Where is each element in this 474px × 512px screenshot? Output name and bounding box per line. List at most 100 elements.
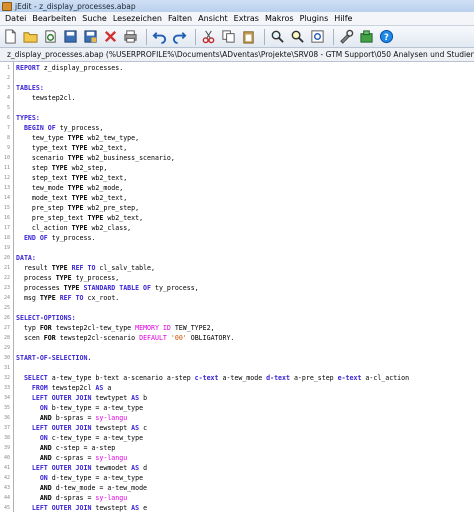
code-token: mode_text — [16, 194, 72, 202]
code-token: AND — [39, 454, 52, 462]
text-area[interactable]: 1 2 3 4 5 6 7 8 9 10 11 12 13 14 15 16 17 18 19 20 21 22 23 24 2… — [0, 62, 474, 512]
save-as-icon[interactable] — [82, 29, 98, 45]
code-line: cl_action TYPE wb2_class, — [16, 223, 131, 233]
code-token: AS — [131, 464, 140, 472]
code-token: DEFAULT — [139, 334, 167, 342]
redo-icon[interactable] — [171, 29, 187, 45]
print-icon[interactable] — [122, 29, 138, 45]
help-icon[interactable]: ? — [378, 29, 394, 45]
code-token: TYPE — [63, 284, 80, 292]
code-line: TYPES: — [16, 113, 40, 123]
code-token: tewstep2cl-tew_type — [51, 324, 136, 332]
code-token: tewstep2cl. — [16, 94, 76, 102]
code-token: tewstept — [91, 424, 132, 432]
code-token: LEFT OUTER JOIN — [31, 394, 92, 402]
open-file-icon[interactable] — [22, 29, 38, 45]
reload-icon[interactable] — [42, 29, 58, 45]
code-token: processes — [16, 284, 64, 292]
code-line: pre_step_text TYPE wb2_text, — [16, 213, 143, 223]
code-token: d-text — [266, 374, 290, 382]
code-token: REF TO — [71, 264, 96, 272]
code-token: c-step = a-step — [51, 444, 116, 452]
code-token: e-text — [337, 374, 362, 382]
line-number: 5 — [6, 105, 10, 111]
line-number: 23 — [3, 285, 10, 291]
line-number: 43 — [3, 485, 10, 491]
code-line: LEFT OUTER JOIN tewstept AS e — [16, 503, 147, 512]
code-line: msg TYPE REF TO cx_root. — [16, 293, 119, 303]
line-number: 27 — [3, 325, 10, 331]
menu-bearbeiten[interactable]: Bearbeiten — [29, 14, 79, 23]
close-icon[interactable] — [102, 29, 118, 45]
code-token: pre_step_text — [16, 214, 88, 222]
code-token: TABLES: — [16, 84, 44, 92]
code-token: a-tew_mode — [218, 374, 267, 382]
code-token: scenario — [16, 154, 68, 162]
code-token: wb2_text, — [87, 144, 128, 152]
save-icon[interactable] — [62, 29, 78, 45]
toolbar-divider — [195, 28, 196, 45]
code-token: tewstep2cl-scenario — [55, 334, 140, 342]
new-file-icon[interactable] — [2, 29, 18, 45]
menu-makros[interactable]: Makros — [262, 14, 297, 23]
code-line: scen FOR tewstep2cl-scenario DEFAULT '00… — [16, 333, 234, 343]
code-token: DATA: — [16, 254, 36, 262]
cut-icon[interactable] — [200, 29, 216, 45]
code-token: OBLIGATORY. — [186, 334, 235, 342]
code-token: e — [139, 504, 148, 512]
line-number: 18 — [3, 235, 10, 241]
code-token: ty_process, — [55, 124, 104, 132]
code-line: type_text TYPE wb2_text, — [16, 143, 127, 153]
undo-icon[interactable] — [151, 29, 167, 45]
menu-lesezeichen[interactable]: Lesezeichen — [110, 14, 165, 23]
buffer-switcher[interactable]: z_display_processes.abap (%USERPROFILE%\… — [0, 48, 474, 62]
code-token: LEFT OUTER JOIN — [31, 424, 92, 432]
code-token: result — [16, 264, 52, 272]
code-token: wb2_text, — [87, 194, 128, 202]
code-token: wb2_pre_step, — [83, 204, 140, 212]
code-token: LEFT OUTER JOIN — [31, 464, 92, 472]
menu-datei[interactable]: Datei — [2, 14, 29, 23]
line-number: 22 — [3, 275, 10, 281]
code-line: tewstep2cl. — [16, 93, 76, 103]
plugin-manager-icon[interactable] — [358, 29, 374, 45]
menu-suche[interactable]: Suche — [79, 14, 110, 23]
code-token: d-tew_mode = a-tew_mode — [51, 484, 148, 492]
code-token: AS — [131, 504, 140, 512]
code-view[interactable]: REPORT z_display_processes. TABLES: tewst… — [16, 62, 474, 512]
code-token: BEGIN OF — [23, 124, 56, 132]
hypersearch-icon[interactable] — [309, 29, 325, 45]
code-token: TYPE — [67, 204, 84, 212]
line-number: 28 — [3, 335, 10, 341]
line-number: 6 — [6, 115, 10, 121]
find-next-icon[interactable] — [289, 29, 305, 45]
line-number: 3 — [6, 85, 10, 91]
line-number: 7 — [6, 125, 10, 131]
code-line: step_text TYPE wb2_text, — [16, 173, 127, 183]
menu-extras[interactable]: Extras — [231, 14, 262, 23]
code-token: ON — [39, 474, 48, 482]
code-line: tew_mode TYPE wb2_mode, — [16, 183, 123, 193]
line-number: 21 — [3, 265, 10, 271]
line-number: 44 — [3, 495, 10, 501]
menu-hilfe[interactable]: Hilfe — [331, 14, 355, 23]
code-token: TYPE — [67, 154, 84, 162]
code-token: d — [139, 464, 148, 472]
menu-plugins[interactable]: Plugins — [297, 14, 332, 23]
copy-icon[interactable] — [220, 29, 236, 45]
options-icon[interactable] — [338, 29, 354, 45]
code-token: TYPE — [87, 214, 104, 222]
menu-ansicht[interactable]: Ansicht — [195, 14, 231, 23]
code-token: TYPE — [51, 264, 68, 272]
paste-icon[interactable] — [240, 29, 256, 45]
code-token: msg — [16, 294, 40, 302]
code-line: pre_step TYPE wb2_pre_step, — [16, 203, 139, 213]
menu-falten[interactable]: Falten — [165, 14, 195, 23]
find-icon[interactable] — [269, 29, 285, 45]
